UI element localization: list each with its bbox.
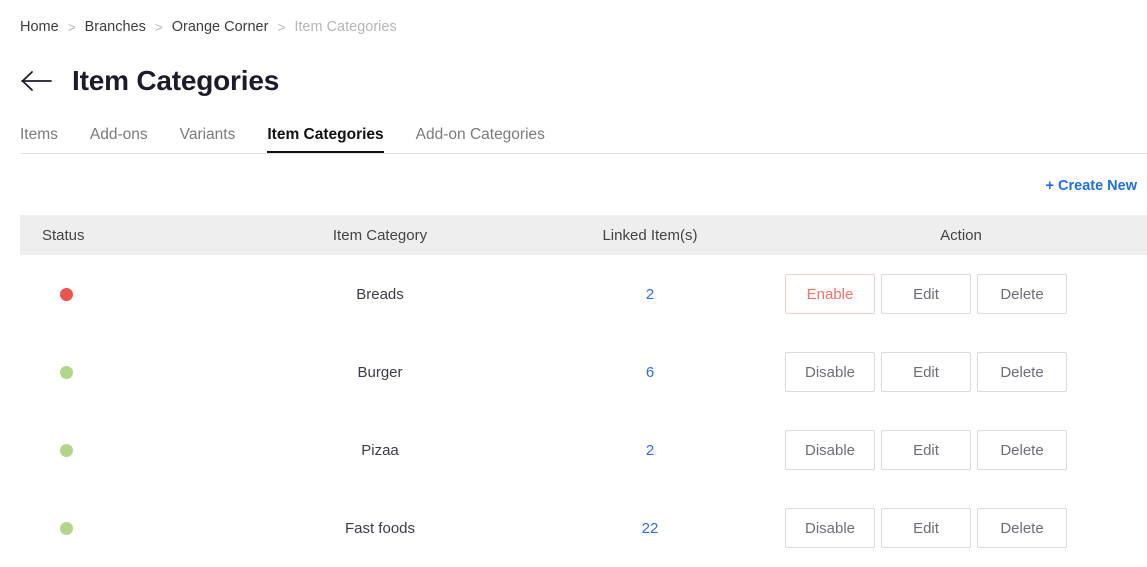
linked-items-cell: 2: [525, 442, 775, 459]
disable-button[interactable]: Disable: [785, 352, 875, 392]
create-new-button[interactable]: + Create New: [1046, 178, 1137, 194]
breadcrumb-separator: >: [277, 20, 286, 35]
column-header-item-category: Item Category: [332, 226, 428, 244]
tab-variants[interactable]: Variants: [180, 126, 236, 154]
item-category-name: Breads: [356, 285, 404, 303]
row-actions: Disable Edit Delete: [775, 430, 1147, 470]
item-category-name: Burger: [357, 363, 403, 381]
page-title: Item Categories: [72, 65, 280, 96]
linked-items-cell: 22: [525, 520, 775, 537]
item-category-name: Fast foods: [344, 519, 416, 537]
breadcrumb-item-orange-corner[interactable]: Orange Corner: [172, 18, 269, 37]
enable-button[interactable]: Enable: [785, 274, 875, 314]
edit-button[interactable]: Edit: [881, 352, 971, 392]
edit-button[interactable]: Edit: [881, 274, 971, 314]
row-actions: Disable Edit Delete: [775, 508, 1147, 548]
tab-add-ons[interactable]: Add-ons: [90, 126, 148, 154]
linked-items-cell: 6: [525, 364, 775, 381]
tab-add-on-categories[interactable]: Add-on Categories: [416, 126, 545, 154]
status-badge-inactive: [60, 287, 73, 301]
breadcrumb-item-home[interactable]: Home: [20, 18, 59, 37]
edit-button[interactable]: Edit: [881, 508, 971, 548]
linked-items-link[interactable]: 2: [646, 442, 654, 459]
breadcrumb-separator: >: [154, 20, 163, 35]
delete-button[interactable]: Delete: [977, 430, 1067, 470]
column-header-linked-items: Linked Item(s): [602, 226, 698, 244]
linked-items-cell: 2: [525, 286, 775, 303]
status-cell: [20, 521, 235, 535]
table-row: Breads 2 Enable Edit Delete: [20, 255, 1147, 333]
row-actions: Enable Edit Delete: [775, 274, 1147, 314]
tab-bar-divider: [20, 153, 1147, 154]
status-cell: [20, 443, 235, 457]
status-badge-active: [60, 521, 73, 535]
item-category-name: Pizaa: [361, 441, 399, 459]
delete-button[interactable]: Delete: [977, 352, 1067, 392]
linked-items-link[interactable]: 2: [646, 286, 654, 303]
tab-item-categories[interactable]: Item Categories: [267, 126, 384, 154]
delete-button[interactable]: Delete: [977, 508, 1067, 548]
item-categories-page: Home > Branches > Orange Corner > Item C…: [0, 0, 1147, 567]
tab-items[interactable]: Items: [20, 126, 58, 154]
delete-button[interactable]: Delete: [977, 274, 1067, 314]
column-header-status: Status: [42, 226, 85, 244]
column-header-action: Action: [940, 226, 982, 244]
breadcrumb-item-item-categories: Item Categories: [294, 19, 397, 35]
disable-button[interactable]: Disable: [785, 430, 875, 470]
breadcrumb-item-branches[interactable]: Branches: [85, 18, 146, 37]
page-header: Item Categories: [20, 60, 279, 102]
table-row: Pizaa 2 Disable Edit Delete: [20, 411, 1147, 489]
status-cell: [20, 365, 235, 379]
edit-button[interactable]: Edit: [881, 430, 971, 470]
row-actions: Disable Edit Delete: [775, 352, 1147, 392]
status-badge-active: [60, 443, 73, 457]
arrow-left-icon[interactable]: [20, 64, 54, 98]
breadcrumb: Home > Branches > Orange Corner > Item C…: [20, 18, 397, 37]
linked-items-link[interactable]: 22: [642, 520, 659, 537]
table-row: Fast foods 22 Disable Edit Delete: [20, 489, 1147, 567]
table-row: Burger 6 Disable Edit Delete: [20, 333, 1147, 411]
breadcrumb-separator: >: [67, 20, 76, 35]
linked-items-link[interactable]: 6: [646, 364, 654, 381]
tab-bar: Items Add-ons Variants Item Categories A…: [20, 118, 545, 154]
item-categories-table: Status Item Category Linked Item(s) Acti…: [20, 215, 1147, 567]
status-badge-active: [60, 365, 73, 379]
table-header-row: Status Item Category Linked Item(s) Acti…: [20, 215, 1147, 255]
disable-button[interactable]: Disable: [785, 508, 875, 548]
status-cell: [20, 287, 235, 301]
